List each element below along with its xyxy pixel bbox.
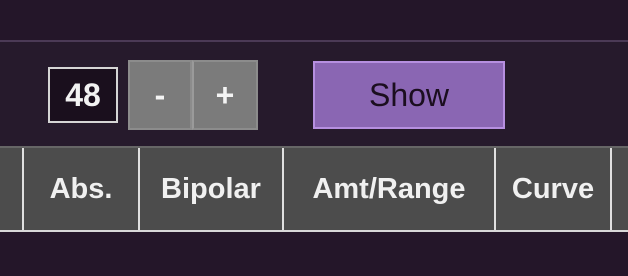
column-header-bipolar[interactable]: Bipolar — [138, 148, 282, 230]
decrement-button[interactable]: - — [128, 60, 192, 130]
column-header-abs[interactable]: Abs. — [22, 148, 138, 230]
header-edge — [0, 148, 22, 230]
bottom-band — [0, 232, 628, 276]
value-field[interactable]: 48 — [48, 67, 118, 123]
column-header-amt-range[interactable]: Amt/Range — [282, 148, 494, 230]
show-button[interactable]: Show — [313, 61, 505, 129]
increment-button[interactable]: + — [192, 60, 258, 130]
top-band — [0, 0, 628, 40]
table-header-row: Abs. Bipolar Amt/Range Curve — [0, 146, 628, 230]
column-header-curve[interactable]: Curve — [494, 148, 612, 230]
